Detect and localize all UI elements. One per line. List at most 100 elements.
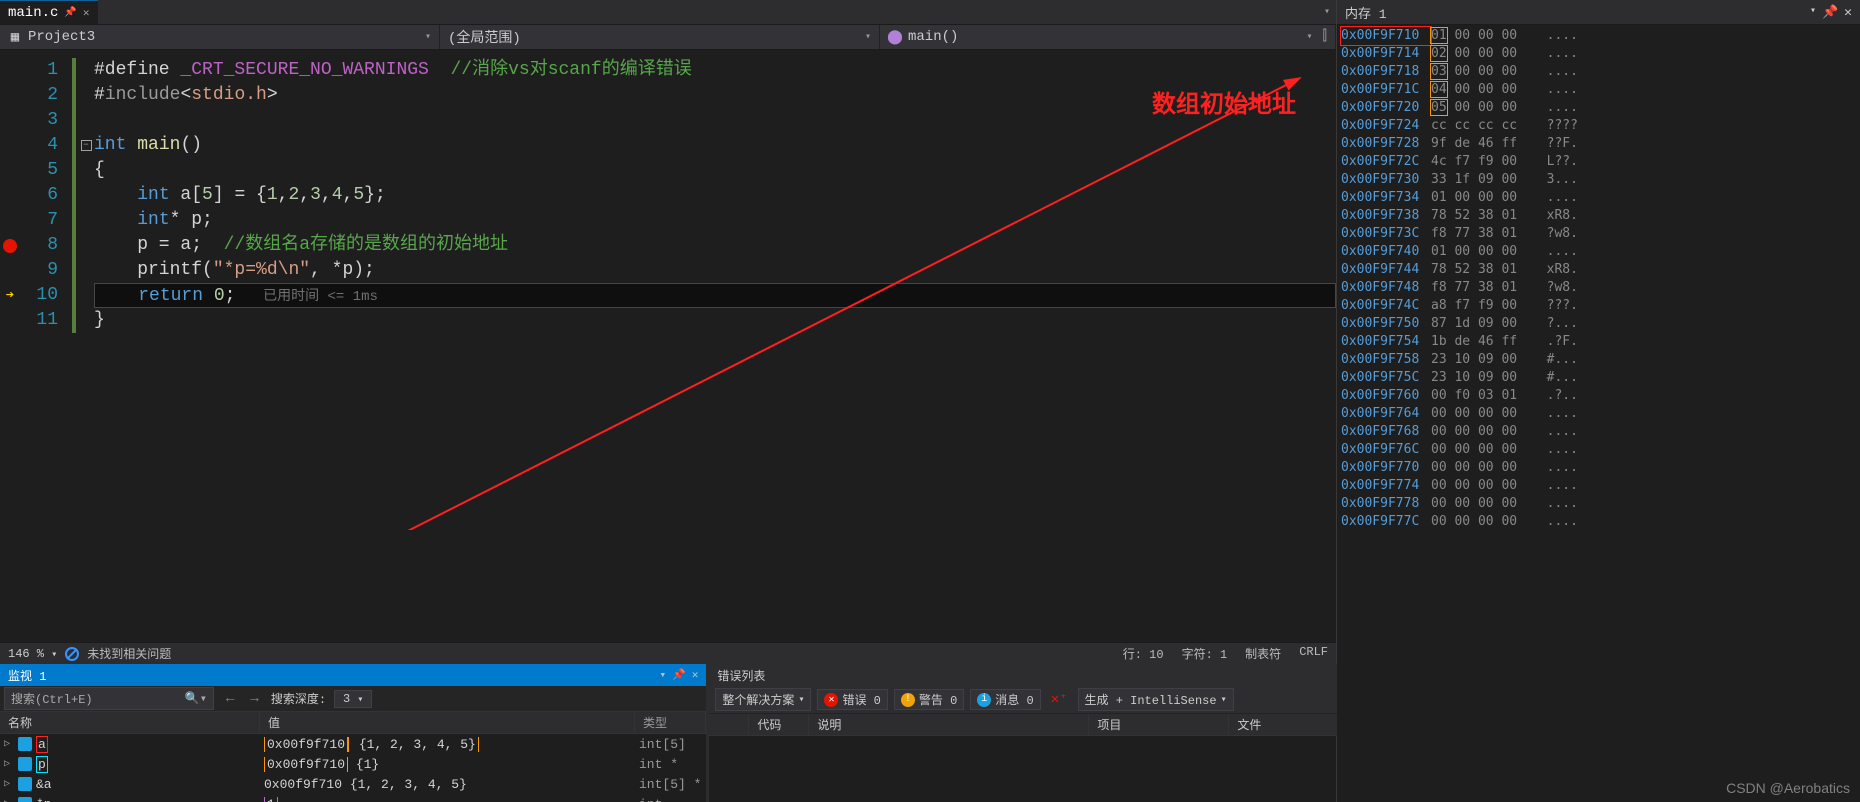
messages-filter[interactable]: i消息 0 bbox=[970, 689, 1040, 710]
fold-margin[interactable]: − bbox=[78, 50, 94, 642]
close-icon[interactable]: ✕ bbox=[83, 6, 90, 20]
code-line[interactable]: } bbox=[94, 308, 1336, 333]
code-content[interactable]: #define _CRT_SECURE_NO_WARNINGS //消除vs对s… bbox=[94, 50, 1336, 642]
eol-indicator[interactable]: CRLF bbox=[1299, 645, 1328, 662]
code-line[interactable]: #include<stdio.h> bbox=[94, 83, 1336, 108]
memory-row[interactable]: 0x00F9F7289f de 46 ff ??F. bbox=[1341, 135, 1856, 153]
pin-icon[interactable]: 📌 bbox=[64, 7, 76, 19]
tabs-indicator[interactable]: 制表符 bbox=[1245, 645, 1281, 662]
memory-row[interactable]: 0x00F9F73401 00 00 00 .... bbox=[1341, 189, 1856, 207]
code-line[interactable]: return 0; 已用时间 <= 1ms bbox=[94, 283, 1336, 308]
watch-row[interactable]: ▷p0x00f9f710 {1}int * bbox=[0, 754, 706, 774]
function-label: main() bbox=[908, 29, 958, 45]
errors-filter[interactable]: ✕错误 0 bbox=[817, 689, 887, 710]
watch-row[interactable]: ▷*p1int bbox=[0, 794, 706, 802]
memory-row[interactable]: 0x00F9F71C04 00 00 00 .... bbox=[1341, 81, 1856, 99]
memory-row[interactable]: 0x00F9F77800 00 00 00 .... bbox=[1341, 495, 1856, 513]
code-line[interactable]: int* p; bbox=[94, 208, 1336, 233]
panel-menu-icon[interactable]: ▾ bbox=[1810, 5, 1816, 20]
header-type[interactable]: 类型 bbox=[635, 712, 706, 733]
chevron-down-icon[interactable]: ▾ bbox=[1306, 31, 1312, 43]
memory-row[interactable]: 0x00F9F724cc cc cc cc ???? bbox=[1341, 117, 1856, 135]
memory-row[interactable]: 0x00F9F77400 00 00 00 .... bbox=[1341, 477, 1856, 495]
memory-row[interactable]: 0x00F9F7541b de 46 ff .?F. bbox=[1341, 333, 1856, 351]
memory-row[interactable]: 0x00F9F73Cf8 77 38 01 ?w8. bbox=[1341, 225, 1856, 243]
depth-label: 搜索深度: bbox=[271, 690, 326, 707]
pin-icon[interactable]: 📌 bbox=[672, 668, 686, 682]
memory-row[interactable]: 0x00F9F71001 00 00 00 .... bbox=[1341, 27, 1856, 45]
error-header-cell[interactable]: 代码 bbox=[749, 714, 809, 735]
tab-overflow-icon[interactable]: ▾ bbox=[1324, 6, 1330, 18]
nav-fwd-icon[interactable]: → bbox=[246, 691, 262, 707]
code-line[interactable]: { bbox=[94, 158, 1336, 183]
close-icon[interactable]: ✕ bbox=[692, 668, 699, 682]
watch-panel: 监视 1 ▾ 📌 ✕ 搜索(Ctrl+E) 🔍▾ ← → 搜索深度: 3 bbox=[0, 664, 706, 802]
project-scope[interactable]: ▦ Project3 ▾ bbox=[0, 25, 440, 49]
memory-row[interactable]: 0x00F9F76800 00 00 00 .... bbox=[1341, 423, 1856, 441]
memory-title-label: 内存 1 bbox=[1345, 3, 1387, 22]
memory-row[interactable]: 0x00F9F748f8 77 38 01 ?w8. bbox=[1341, 279, 1856, 297]
warnings-filter[interactable]: !警告 0 bbox=[894, 689, 964, 710]
error-header-cell[interactable]: 项目 bbox=[1089, 714, 1229, 735]
code-line[interactable]: int main() bbox=[94, 133, 1336, 158]
navigation-bar: ▦ Project3 ▾ (全局范围) ▾ ⬤ main() ▾ ⫿ bbox=[0, 25, 1336, 50]
memory-row[interactable]: 0x00F9F76C00 00 00 00 .... bbox=[1341, 441, 1856, 459]
breakpoint-margin[interactable]: ➔ bbox=[0, 50, 20, 642]
memory-grid[interactable]: 0x00F9F71001 00 00 00 ....0x00F9F71402 0… bbox=[1337, 25, 1860, 802]
memory-row[interactable]: 0x00F9F72005 00 00 00 .... bbox=[1341, 99, 1856, 117]
watch-panel-title[interactable]: 监视 1 ▾ 📌 ✕ bbox=[0, 664, 706, 686]
memory-row[interactable]: 0x00F9F71402 00 00 00 .... bbox=[1341, 45, 1856, 63]
code-editor[interactable]: ➔ 1234567891011 − #define _CRT_SECURE_NO… bbox=[0, 50, 1336, 642]
memory-title-bar[interactable]: 内存 1 ▾ 📌 ✕ bbox=[1337, 0, 1860, 25]
memory-row[interactable]: 0x00F9F76000 f0 03 01 .?.. bbox=[1341, 387, 1856, 405]
code-line[interactable]: p = a; //数组名a存储的是数组的初始地址 bbox=[94, 233, 1336, 258]
zoom-level[interactable]: 146 % ▾ bbox=[8, 647, 57, 661]
line-indicator[interactable]: 行: 10 bbox=[1123, 645, 1164, 662]
memory-row[interactable]: 0x00F9F77C00 00 00 00 .... bbox=[1341, 513, 1856, 531]
watch-search-input[interactable]: 搜索(Ctrl+E) 🔍▾ bbox=[4, 687, 214, 710]
close-icon[interactable]: ✕ bbox=[1844, 5, 1852, 20]
breakpoint-dot[interactable] bbox=[3, 239, 17, 253]
code-line[interactable]: #define _CRT_SECURE_NO_WARNINGS //消除vs对s… bbox=[94, 58, 1336, 83]
memory-row[interactable]: 0x00F9F76400 00 00 00 .... bbox=[1341, 405, 1856, 423]
chevron-down-icon[interactable]: ▾ bbox=[425, 31, 431, 43]
header-value[interactable]: 值 bbox=[260, 712, 635, 733]
variable-icon bbox=[18, 737, 32, 751]
change-margin bbox=[70, 50, 78, 642]
memory-row[interactable]: 0x00F9F74001 00 00 00 .... bbox=[1341, 243, 1856, 261]
code-line[interactable] bbox=[94, 108, 1336, 133]
tab-main-c[interactable]: main.c 📌 ✕ bbox=[0, 0, 98, 24]
build-combo[interactable]: 生成 + IntelliSense▾ bbox=[1078, 688, 1234, 711]
watch-row[interactable]: ▷&a0x00f9f710 {1, 2, 3, 4, 5}int[5] * bbox=[0, 774, 706, 794]
memory-row[interactable]: 0x00F9F77000 00 00 00 .... bbox=[1341, 459, 1856, 477]
watch-row[interactable]: ▷a0x00f9f710 {1, 2, 3, 4, 5}int[5] bbox=[0, 734, 706, 754]
memory-row[interactable]: 0x00F9F74Ca8 f7 f9 00 ???. bbox=[1341, 297, 1856, 315]
memory-row[interactable]: 0x00F9F72C4c f7 f9 00 L??. bbox=[1341, 153, 1856, 171]
col-indicator[interactable]: 字符: 1 bbox=[1182, 645, 1228, 662]
memory-row[interactable]: 0x00F9F71803 00 00 00 .... bbox=[1341, 63, 1856, 81]
function-scope[interactable]: ⬤ main() ▾ ⫿ bbox=[880, 25, 1336, 49]
code-line[interactable]: int a[5] = {1,2,3,4,5}; bbox=[94, 183, 1336, 208]
memory-row[interactable]: 0x00F9F74478 52 38 01 xR8. bbox=[1341, 261, 1856, 279]
memory-row[interactable]: 0x00F9F75C23 10 09 00 #... bbox=[1341, 369, 1856, 387]
split-icon[interactable]: ⫿ bbox=[1323, 29, 1327, 45]
search-placeholder: 搜索(Ctrl+E) bbox=[11, 690, 93, 707]
chevron-down-icon[interactable]: ▾ bbox=[865, 31, 871, 43]
memory-row[interactable]: 0x00F9F73033 1f 09 00 3... bbox=[1341, 171, 1856, 189]
panel-menu-icon[interactable]: ▾ bbox=[659, 668, 666, 682]
memory-row[interactable]: 0x00F9F73878 52 38 01 xR8. bbox=[1341, 207, 1856, 225]
code-line[interactable]: printf("*p=%d\n", *p); bbox=[94, 258, 1336, 283]
global-scope[interactable]: (全局范围) ▾ bbox=[440, 25, 880, 49]
error-header-cell[interactable] bbox=[709, 714, 749, 735]
solution-combo[interactable]: 整个解决方案▾ bbox=[715, 688, 811, 711]
watch-header: 名称 值 类型 bbox=[0, 712, 706, 734]
project-icon: ▦ bbox=[8, 30, 22, 44]
depth-input[interactable]: 3 ▾ bbox=[334, 690, 372, 708]
pin-icon[interactable]: 📌 bbox=[1822, 5, 1838, 20]
nav-back-icon[interactable]: ← bbox=[222, 691, 238, 707]
error-header-cell[interactable]: 说明 bbox=[809, 714, 1089, 735]
memory-row[interactable]: 0x00F9F75087 1d 09 00 ?... bbox=[1341, 315, 1856, 333]
header-name[interactable]: 名称 bbox=[0, 712, 260, 733]
clear-icon[interactable]: ✕⁺ bbox=[1047, 691, 1072, 708]
memory-row[interactable]: 0x00F9F75823 10 09 00 #... bbox=[1341, 351, 1856, 369]
